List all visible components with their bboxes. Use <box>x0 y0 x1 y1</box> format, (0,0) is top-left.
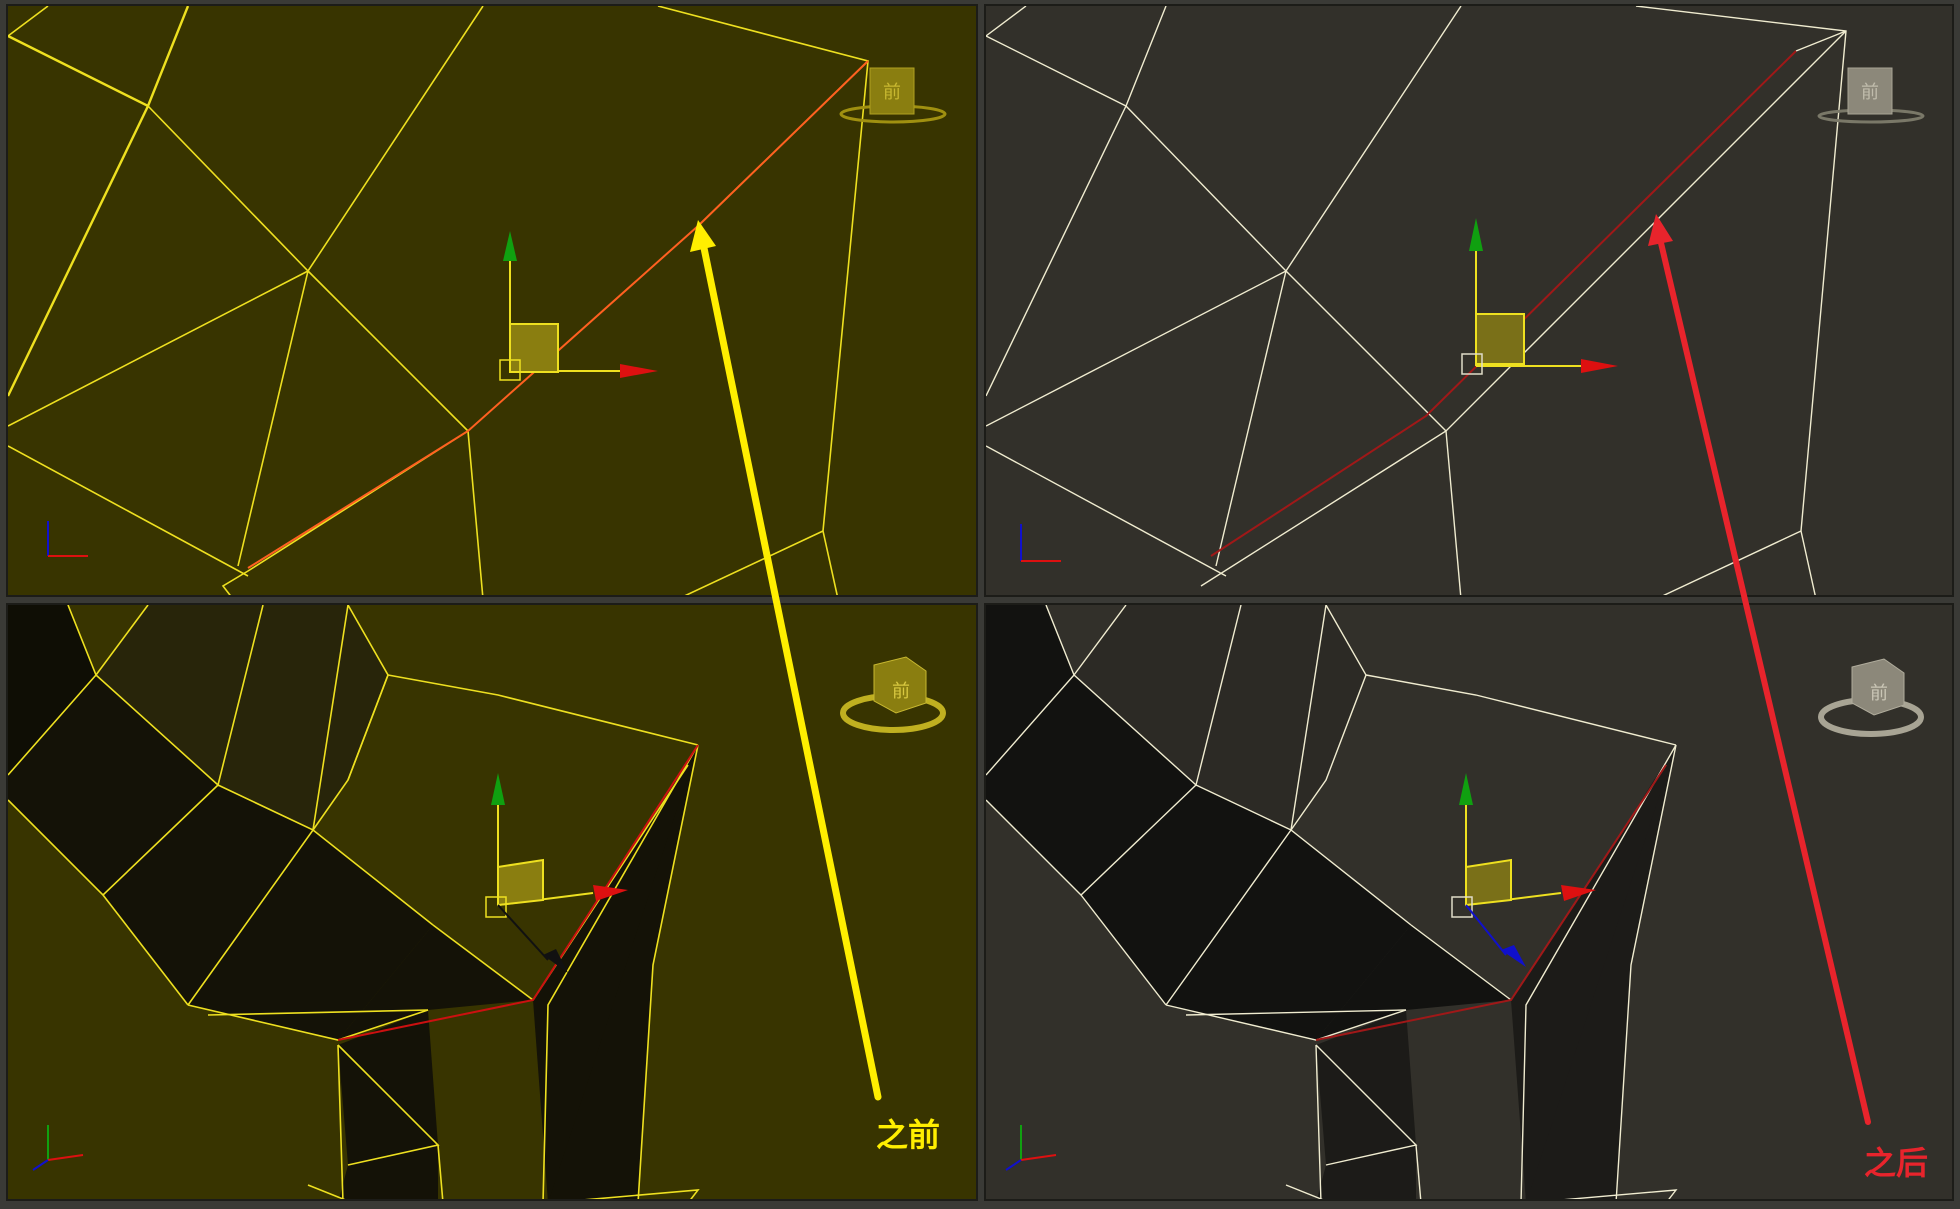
svg-text:前: 前 <box>883 82 901 103</box>
wireframe-mesh: 前 <box>986 605 1924 1199</box>
transform-gizmo-icon <box>1461 218 1618 375</box>
svg-text:前: 前 <box>892 681 910 702</box>
view-cube-icon: 前 <box>1817 67 1925 124</box>
viewport-top-after[interactable]: 前 <box>984 4 1954 597</box>
viewport-perspective-before[interactable]: 前 <box>6 603 978 1201</box>
wireframe-mesh: 前 <box>986 6 1925 595</box>
axis-tripod-icon <box>1005 1125 1057 1171</box>
wireframe-mesh: 前 <box>8 605 946 1199</box>
svg-text:前: 前 <box>1861 82 1879 103</box>
wireframe-mesh: 前 <box>8 6 947 595</box>
view-cube-icon: 前 <box>840 656 946 733</box>
after-label: 之后 <box>1864 1144 1929 1182</box>
view-cube-icon: 前 <box>1818 658 1924 737</box>
axis-tripod-icon <box>47 521 88 557</box>
viewport-perspective-after[interactable]: 前 <box>984 603 1954 1201</box>
before-label: 之前 <box>876 1116 941 1154</box>
axis-tripod-icon <box>1020 524 1061 562</box>
svg-text:前: 前 <box>1870 683 1888 704</box>
viewport-top-before[interactable]: 前 <box>6 4 978 597</box>
transform-gizmo-icon <box>499 231 658 381</box>
view-cube-icon: 前 <box>839 67 947 124</box>
axis-tripod-icon <box>32 1125 84 1171</box>
